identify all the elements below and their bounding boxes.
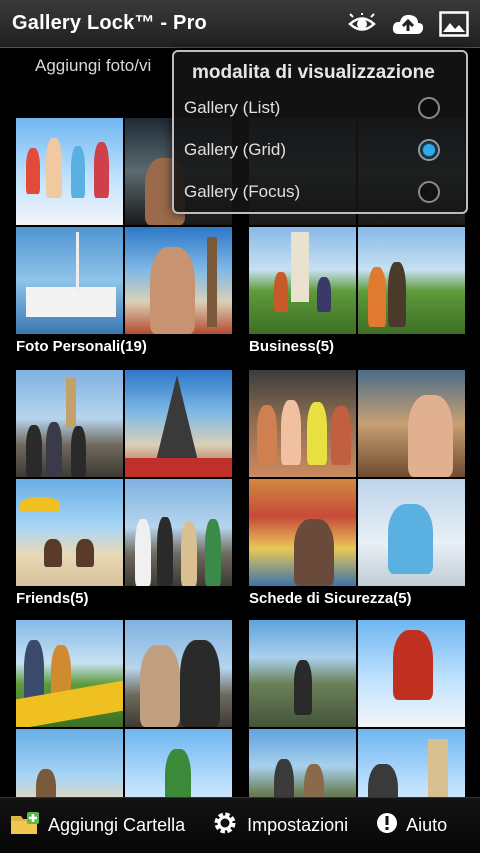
album-label: Business(5)	[249, 338, 335, 355]
popup-title: modalita di visualizzazione	[192, 62, 435, 83]
photo-thumbnail	[249, 227, 356, 334]
photo-thumbnail	[358, 227, 465, 334]
photo-thumbnail	[249, 620, 356, 727]
photo-thumbnail	[16, 620, 123, 727]
photo-thumbnail	[358, 620, 465, 727]
view-option-focus[interactable]: Gallery (Focus)	[174, 172, 466, 212]
cloud-upload-icon[interactable]	[388, 4, 428, 44]
album-card[interactable]: Friends(5)	[16, 370, 232, 607]
folder-add-icon	[10, 810, 40, 841]
radio-button[interactable]	[418, 181, 440, 203]
help-label: Aiuto	[406, 815, 448, 835]
eye-icon[interactable]	[342, 4, 382, 44]
photo-thumbnail	[125, 227, 232, 334]
album-label: Friends(5)	[16, 590, 89, 607]
view-mode-popup: modalita di visualizzazione Gallery (Lis…	[172, 50, 468, 214]
gear-icon	[211, 809, 239, 842]
photo-thumbnail	[125, 370, 232, 477]
view-option-label: Gallery (Focus)	[184, 182, 301, 201]
settings-button[interactable]: Impostazioni	[211, 798, 348, 853]
add-photos-hint: Aggiungi foto/vi	[35, 56, 152, 75]
photo-thumbnail	[249, 479, 356, 586]
photo-thumbnail	[125, 620, 232, 727]
album-label: Foto Personali(19)	[16, 338, 147, 355]
radio-button[interactable]	[418, 97, 440, 119]
settings-label: Impostazioni	[247, 815, 349, 835]
alert-circle-icon	[376, 812, 398, 839]
view-option-label: Gallery (Grid)	[184, 140, 287, 159]
view-option-label: Gallery (List)	[184, 98, 281, 117]
view-option-grid[interactable]: Gallery (Grid)	[174, 130, 466, 170]
photo-thumbnail	[358, 370, 465, 477]
photo-thumbnail	[249, 370, 356, 477]
album-collage	[249, 370, 465, 586]
album-card[interactable]: Schede di Sicurezza(5)	[249, 370, 465, 607]
photo-thumbnail	[16, 479, 123, 586]
action-bar: Gallery Lock™ - Pro	[0, 0, 480, 48]
album-collage	[16, 370, 232, 586]
image-icon[interactable]	[434, 4, 474, 44]
photo-thumbnail	[358, 479, 465, 586]
add-folder-button[interactable]: Aggiungi Cartella	[10, 798, 185, 853]
album-grid: Foto Personali(19) Business(5) Friends(5…	[16, 118, 466, 836]
add-folder-label: Aggiungi Cartella	[48, 815, 186, 835]
bottom-bar: Aggiungi Cartella Impostazioni Aiuto	[0, 797, 480, 853]
app-title: Gallery Lock™ - Pro	[12, 12, 207, 34]
album-label: Schede di Sicurezza(5)	[249, 590, 412, 607]
photo-thumbnail	[16, 118, 123, 225]
view-option-list[interactable]: Gallery (List)	[174, 88, 466, 128]
photo-thumbnail	[125, 479, 232, 586]
radio-button-selected[interactable]	[418, 139, 440, 161]
help-button[interactable]: Aiuto	[376, 798, 447, 853]
photo-thumbnail	[16, 227, 123, 334]
photo-thumbnail	[16, 370, 123, 477]
